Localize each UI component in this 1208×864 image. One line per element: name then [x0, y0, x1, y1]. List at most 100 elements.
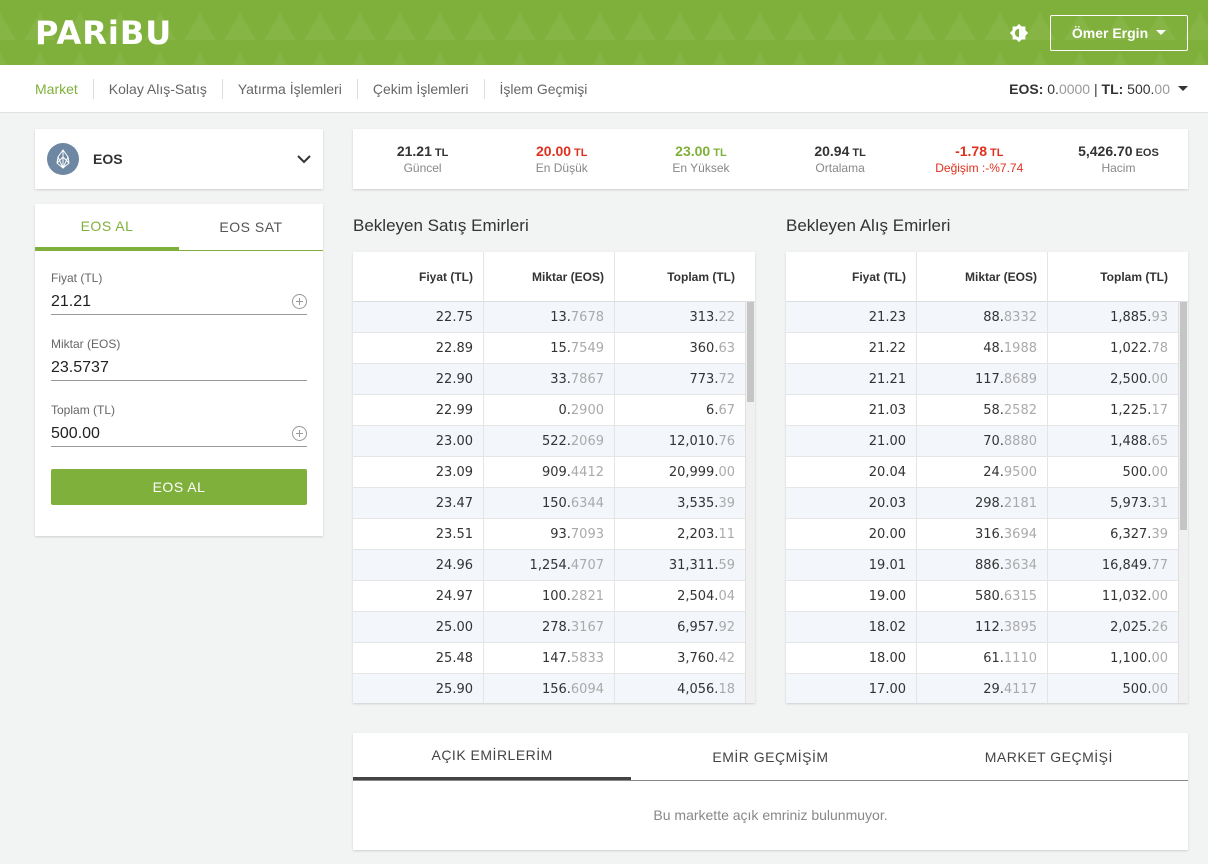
- order-row[interactable]: 24.96 1,254. 4707 31,311. 59: [353, 550, 755, 581]
- tab-buy[interactable]: EOS AL: [35, 204, 179, 250]
- trade-form-card: EOS AL EOS SAT Fiyat (TL) Miktar (EOS) T…: [35, 204, 323, 536]
- order-row[interactable]: 18.00 61. 1110 1,100. 00: [786, 643, 1188, 674]
- balance-text: EOS: 0.0000 | TL: 500.00: [1009, 80, 1170, 97]
- order-amount: 298. 2181: [916, 488, 1047, 518]
- plus-circle-icon[interactable]: [292, 294, 307, 309]
- nav-deposit[interactable]: Yatırma İşlemleri: [221, 78, 357, 99]
- buy-button[interactable]: EOS AL: [51, 469, 307, 505]
- col-total[interactable]: Toplam (TL): [614, 252, 755, 301]
- col-amount[interactable]: Miktar (EOS): [916, 252, 1047, 301]
- sell-rows: 22.75 13. 7678 313. 22 22.89 15. 7549 360. 63 22.9…: [353, 302, 755, 703]
- price-input[interactable]: [51, 292, 292, 311]
- order-price: 24.96: [435, 557, 473, 573]
- order-amount: 15. 7549: [483, 333, 614, 363]
- order-amount: 70. 8880: [916, 426, 1047, 456]
- market-stats: 21.21 TL Güncel 20.00 TL En Düşük 23.00 TL …: [353, 129, 1188, 189]
- order-price: 21.22: [868, 340, 906, 356]
- order-row[interactable]: 24.97 100. 2821 2,504. 04: [353, 581, 755, 612]
- nav-history[interactable]: İşlem Geçmişi: [483, 78, 603, 99]
- order-row[interactable]: 21.03 58. 2582 1,225. 17: [786, 395, 1188, 426]
- order-price: 22.90: [435, 371, 473, 387]
- nav-easy-trade[interactable]: Kolay Alış-Satış: [92, 78, 222, 99]
- col-total[interactable]: Toplam (TL): [1047, 252, 1188, 301]
- col-amount[interactable]: Miktar (EOS): [483, 252, 614, 301]
- order-amount: 61. 1110: [916, 643, 1047, 673]
- order-row[interactable]: 21.00 70. 8880 1,488. 65: [786, 426, 1188, 457]
- nav-market[interactable]: Market: [35, 79, 93, 99]
- caret-down-icon: [1156, 30, 1167, 35]
- order-row[interactable]: 25.48 147. 5833 3,760. 42: [353, 643, 755, 674]
- order-total: 500. 00: [1047, 457, 1188, 487]
- total-label: Toplam (TL): [51, 403, 116, 417]
- order-row[interactable]: 23.00 522. 2069 12,010. 76: [353, 426, 755, 457]
- order-row[interactable]: 20.03 298. 2181 5,973. 31: [786, 488, 1188, 519]
- price-label: Fiyat (TL): [51, 271, 103, 285]
- main-nav: Market Kolay Alış-Satış Yatırma İşlemler…: [0, 65, 1208, 113]
- order-row[interactable]: 25.00 278. 3167 6,957. 92: [353, 612, 755, 643]
- amount-input[interactable]: [51, 358, 307, 377]
- sell-scrollbar[interactable]: [745, 302, 755, 703]
- col-price[interactable]: Fiyat (TL): [786, 252, 916, 301]
- order-price: 25.90: [435, 681, 473, 697]
- order-total: 3,535. 39: [614, 488, 755, 518]
- order-row[interactable]: 23.51 93. 7093 2,203. 11: [353, 519, 755, 550]
- top-header: PARiBU Ömer Ergin: [0, 0, 1208, 65]
- order-amount: 1,254. 4707: [483, 550, 614, 580]
- empty-orders-message: Bu markette açık emriniz bulunmuyor.: [653, 807, 888, 823]
- nav-withdraw[interactable]: Çekim İşlemleri: [356, 78, 484, 99]
- order-price: 17.00: [868, 681, 906, 697]
- buy-scrollbar[interactable]: [1178, 302, 1188, 703]
- order-total: 4,056. 18: [614, 674, 755, 703]
- header-right: Ömer Ergin: [1008, 14, 1188, 51]
- order-row[interactable]: 19.00 580. 6315 11,032. 00: [786, 581, 1188, 612]
- market-selector[interactable]: EOS: [35, 129, 323, 189]
- order-total: 12,010. 76: [614, 426, 755, 456]
- order-row[interactable]: 20.04 24. 9500 500. 00: [786, 457, 1188, 488]
- market-name: EOS: [93, 151, 123, 167]
- balance-dropdown[interactable]: EOS: 0.0000 | TL: 500.00: [1009, 81, 1188, 97]
- plus-circle-icon[interactable]: [292, 426, 307, 441]
- order-total: 3,760. 42: [614, 643, 755, 673]
- order-row[interactable]: 22.75 13. 7678 313. 22: [353, 302, 755, 333]
- order-row[interactable]: 18.02 112. 3895 2,025. 26: [786, 612, 1188, 643]
- trade-form: Fiyat (TL) Miktar (EOS) Toplam (TL): [35, 251, 323, 505]
- paribu-logo[interactable]: PARiBU: [35, 14, 172, 52]
- order-price: 24.97: [435, 588, 473, 604]
- order-row[interactable]: 22.90 33. 7867 773. 72: [353, 364, 755, 395]
- order-amount: 156. 6094: [483, 674, 614, 703]
- order-row[interactable]: 21.23 88. 8332 1,885. 93: [786, 302, 1188, 333]
- total-input[interactable]: [51, 424, 292, 443]
- order-amount: 316. 3694: [916, 519, 1047, 549]
- brightness-icon[interactable]: [1008, 22, 1030, 44]
- order-total: 1,488. 65: [1047, 426, 1188, 456]
- tab-sell[interactable]: EOS SAT: [179, 204, 323, 250]
- order-amount: 48. 1988: [916, 333, 1047, 363]
- order-row[interactable]: 17.00 29. 4117 500. 00: [786, 674, 1188, 703]
- order-row[interactable]: 25.90 156. 6094 4,056. 18: [353, 674, 755, 703]
- order-row[interactable]: 19.01 886. 3634 16,849. 77: [786, 550, 1188, 581]
- user-menu-button[interactable]: Ömer Ergin: [1050, 14, 1188, 51]
- order-total: 1,885. 93: [1047, 302, 1188, 332]
- order-row[interactable]: 23.09 909. 4412 20,999. 00: [353, 457, 755, 488]
- price-field: Fiyat (TL): [51, 271, 307, 315]
- order-amount: 117. 8689: [916, 364, 1047, 394]
- total-field: Toplam (TL): [51, 403, 307, 447]
- order-row[interactable]: 22.99 0. 2900 6. 67: [353, 395, 755, 426]
- col-price[interactable]: Fiyat (TL): [353, 252, 483, 301]
- order-row[interactable]: 22.89 15. 7549 360. 63: [353, 333, 755, 364]
- tab-open-orders[interactable]: AÇIK EMİRLERİM: [353, 733, 632, 780]
- order-row[interactable]: 21.21 117. 8689 2,500. 00: [786, 364, 1188, 395]
- order-total: 2,203. 11: [614, 519, 755, 549]
- order-total: 1,100. 00: [1047, 643, 1188, 673]
- tab-market-history[interactable]: MARKET GEÇMİŞİ: [910, 733, 1188, 780]
- order-price: 25.00: [435, 619, 473, 635]
- order-total: 313. 22: [614, 302, 755, 332]
- order-row[interactable]: 20.00 316. 3694 6,327. 39: [786, 519, 1188, 550]
- order-price: 23.47: [435, 495, 473, 511]
- order-price: 21.23: [868, 309, 906, 325]
- order-row[interactable]: 23.47 150. 6344 3,535. 39: [353, 488, 755, 519]
- tab-order-history[interactable]: EMİR GEÇMİŞİM: [631, 733, 909, 780]
- order-amount: 278. 3167: [483, 612, 614, 642]
- order-row[interactable]: 21.22 48. 1988 1,022. 78: [786, 333, 1188, 364]
- order-amount: 33. 7867: [483, 364, 614, 394]
